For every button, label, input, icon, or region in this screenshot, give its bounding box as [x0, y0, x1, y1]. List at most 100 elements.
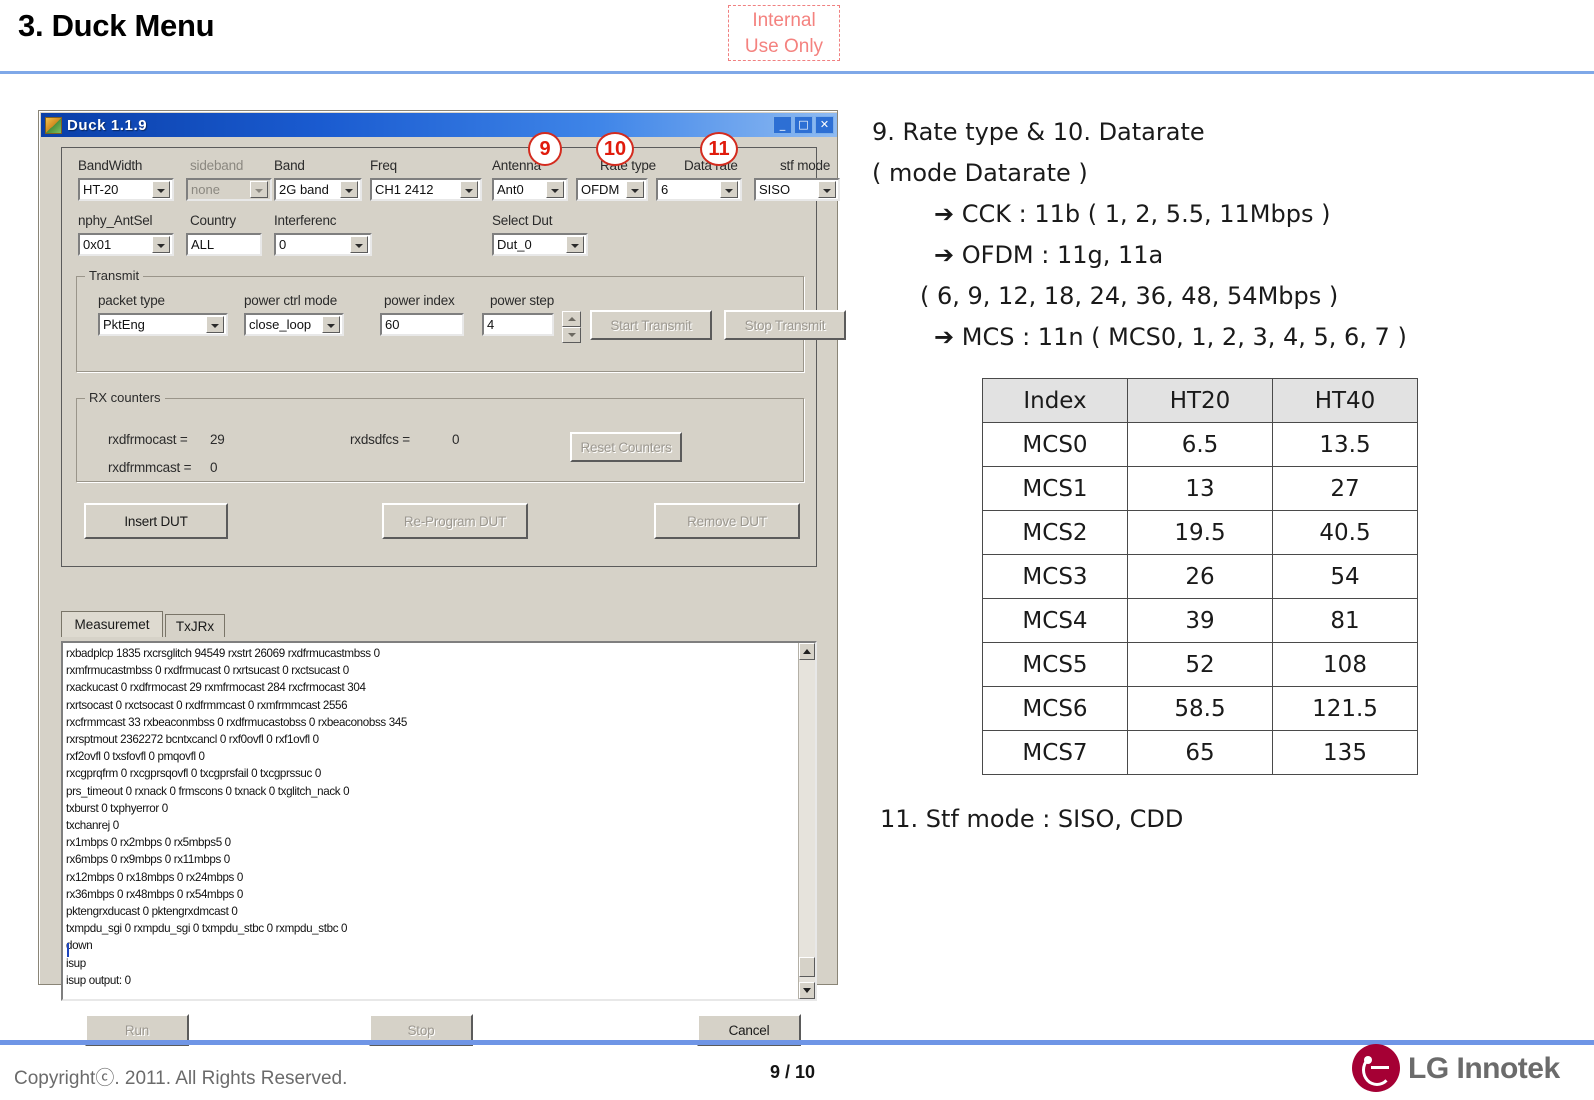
header-ht40: HT40 — [1272, 378, 1418, 423]
window-control-buttons: _ □ ✕ — [773, 116, 834, 134]
stepper-up-icon[interactable] — [562, 311, 581, 327]
chevron-down-icon[interactable] — [460, 181, 478, 198]
scrollbar-thumb[interactable] — [799, 957, 815, 977]
label-power-ctrl-mode: power ctrl mode — [244, 293, 338, 308]
bandwidth-select[interactable]: HT-20 — [78, 178, 174, 201]
sideband-value: none — [191, 182, 220, 197]
chevron-down-icon[interactable] — [206, 316, 224, 333]
lg-nose-shape — [1371, 1066, 1389, 1069]
bandwidth-value: HT-20 — [83, 182, 119, 197]
label-power-step: power step — [490, 293, 555, 308]
duck-application-window: Duck 1.1.9 _ □ ✕ BandWidth sideband Band… — [38, 110, 846, 1046]
internal-badge-line1: Internal — [752, 10, 816, 31]
power-index-input[interactable]: 60 — [380, 313, 464, 336]
chevron-down-icon[interactable] — [626, 181, 644, 198]
nphy-antsel-select[interactable]: 0x01 — [78, 233, 174, 256]
cell-index: MCS6 — [982, 686, 1128, 731]
lg-innotek-logo: LG Innotek — [1352, 1042, 1582, 1094]
remove-dut-button[interactable]: Remove DUT — [654, 503, 800, 539]
header-index: Index — [982, 378, 1128, 423]
log-scrollbar[interactable] — [798, 643, 815, 999]
reprogram-dut-button[interactable]: Re-Program DUT — [382, 503, 528, 539]
reset-counters-button[interactable]: Reset Counters — [570, 432, 682, 462]
insert-dut-button[interactable]: Insert DUT — [84, 503, 228, 539]
data-rate-select[interactable]: 6 — [656, 178, 742, 201]
close-icon[interactable]: ✕ — [815, 116, 834, 134]
label-nphy-antsel: nphy_AntSel — [78, 213, 153, 228]
band-value: 2G band — [279, 182, 329, 197]
table-row: MCS1 13 27 — [982, 466, 1418, 511]
antenna-select[interactable]: Ant0 — [492, 178, 568, 201]
slide-header: 3. Duck Menu Internal Use Only — [0, 0, 1594, 74]
lg-wordmark: LG Innotek — [1408, 1052, 1560, 1085]
antenna-value: Ant0 — [497, 182, 524, 197]
power-step-stepper[interactable] — [562, 311, 581, 343]
label-rxdfrmmcast: rxdfrmmcast = — [108, 460, 192, 475]
chevron-down-icon[interactable] — [152, 236, 170, 253]
rate-type-value: OFDM — [581, 182, 620, 197]
note-line-5: ( 6, 9, 12, 18, 24, 36, 48, 54Mbps ) — [920, 282, 1339, 310]
cell-ht20: 19.5 — [1127, 510, 1273, 555]
minimize-icon[interactable]: _ — [773, 116, 792, 134]
label-interference: Interferenc — [274, 213, 337, 228]
table-row: MCS2 19.5 40.5 — [982, 510, 1418, 555]
chevron-down-icon[interactable] — [340, 181, 358, 198]
note-line-3-text: CCK : 11b ( 1, 2, 5.5, 11Mbps ) — [961, 200, 1331, 228]
country-input[interactable]: ALL — [186, 233, 262, 256]
cell-ht40: 135 — [1272, 730, 1418, 775]
cell-index: MCS1 — [982, 466, 1128, 511]
label-country: Country — [190, 213, 236, 228]
cell-ht20: 6.5 — [1127, 422, 1273, 467]
tab-measuremet[interactable]: Measuremet — [61, 611, 163, 637]
chevron-down-icon[interactable] — [720, 181, 738, 198]
select-dut-select[interactable]: Dut_0 — [492, 233, 588, 256]
internal-badge-line2: Use Only — [744, 36, 824, 57]
tab-txjrx[interactable]: TxJRx — [165, 614, 225, 637]
power-ctrl-mode-select[interactable]: close_loop — [244, 313, 344, 336]
note-line-3: ➔ CCK : 11b ( 1, 2, 5.5, 11Mbps ) — [872, 194, 1572, 235]
table-row: MCS5 52 108 — [982, 642, 1418, 687]
table-row: MCS3 26 54 — [982, 554, 1418, 599]
band-select[interactable]: 2G band — [274, 178, 362, 201]
interference-select[interactable]: 0 — [274, 233, 372, 256]
cell-index: MCS2 — [982, 510, 1128, 555]
page-number: 9 / 10 — [770, 1062, 816, 1082]
start-transmit-button[interactable]: Start Transmit — [590, 310, 712, 340]
freq-select[interactable]: CH1 2412 — [370, 178, 482, 201]
chevron-down-icon[interactable] — [566, 236, 584, 253]
sideband-select: none — [186, 178, 272, 201]
nphy-antsel-value: 0x01 — [83, 237, 112, 252]
cell-ht20: 52 — [1127, 642, 1273, 687]
packet-type-select[interactable]: PktEng — [98, 313, 228, 336]
power-step-input[interactable]: 4 — [482, 313, 554, 336]
cell-index: MCS5 — [982, 642, 1128, 687]
tab-strip: Measuremet TxJRx — [61, 611, 817, 637]
log-output-text: rxbadplcp 1835 rxcrsglitch 94549 rxstrt … — [66, 647, 408, 987]
table-row: MCS7 65 135 — [982, 730, 1418, 775]
chevron-down-icon[interactable] — [546, 181, 564, 198]
chevron-down-icon[interactable] — [152, 181, 170, 198]
chevron-down-icon[interactable] — [350, 236, 368, 253]
chevron-down-icon[interactable] — [322, 316, 340, 333]
log-output-area[interactable]: rxbadplcp 1835 rxcrsglitch 94549 rxstrt … — [61, 641, 817, 1001]
rate-type-select[interactable]: OFDM — [576, 178, 648, 201]
arrow-icon: ➔ — [934, 323, 955, 351]
label-bandwidth: BandWidth — [78, 158, 143, 173]
cell-ht40: 108 — [1272, 642, 1418, 687]
note-line-2: ( mode Datarate ) — [872, 159, 1088, 187]
label-freq: Freq — [370, 158, 397, 173]
cell-ht40: 121.5 — [1272, 686, 1418, 731]
callout-9: 9 — [528, 132, 562, 166]
stf-mode-select[interactable]: SISO — [754, 178, 840, 201]
stepper-down-icon[interactable] — [562, 327, 581, 343]
scroll-up-icon[interactable] — [799, 643, 815, 660]
stop-transmit-button[interactable]: Stop Transmit — [724, 310, 846, 340]
chevron-down-icon[interactable] — [818, 181, 836, 198]
maximize-icon[interactable]: □ — [794, 116, 813, 134]
scroll-down-icon[interactable] — [799, 982, 815, 999]
app-icon — [45, 116, 62, 134]
copyright-text: Copyrightⓒ. 2011. All Rights Reserved. — [14, 1068, 348, 1089]
cell-ht20: 26 — [1127, 554, 1273, 599]
label-rxdfrmocast: rxdfrmocast = — [108, 432, 188, 447]
cell-index: MCS0 — [982, 422, 1128, 467]
